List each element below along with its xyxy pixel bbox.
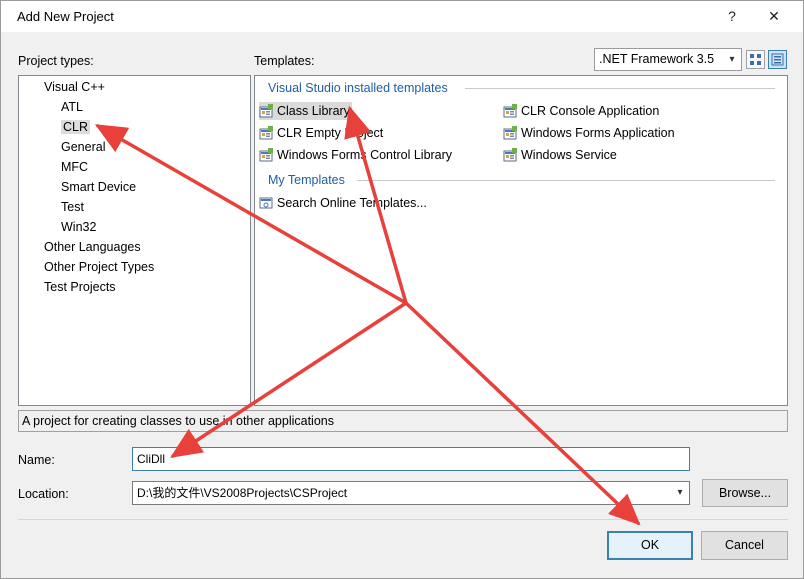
annotation-arrow-ok (404, 301, 641, 526)
annotation-arrow-clr (94, 124, 408, 305)
annotation-overlay (94, 105, 641, 526)
annotation-arrow-name (170, 301, 408, 458)
add-new-project-dialog: Add New Project ? ✕ Project types: Templ… (0, 0, 804, 579)
